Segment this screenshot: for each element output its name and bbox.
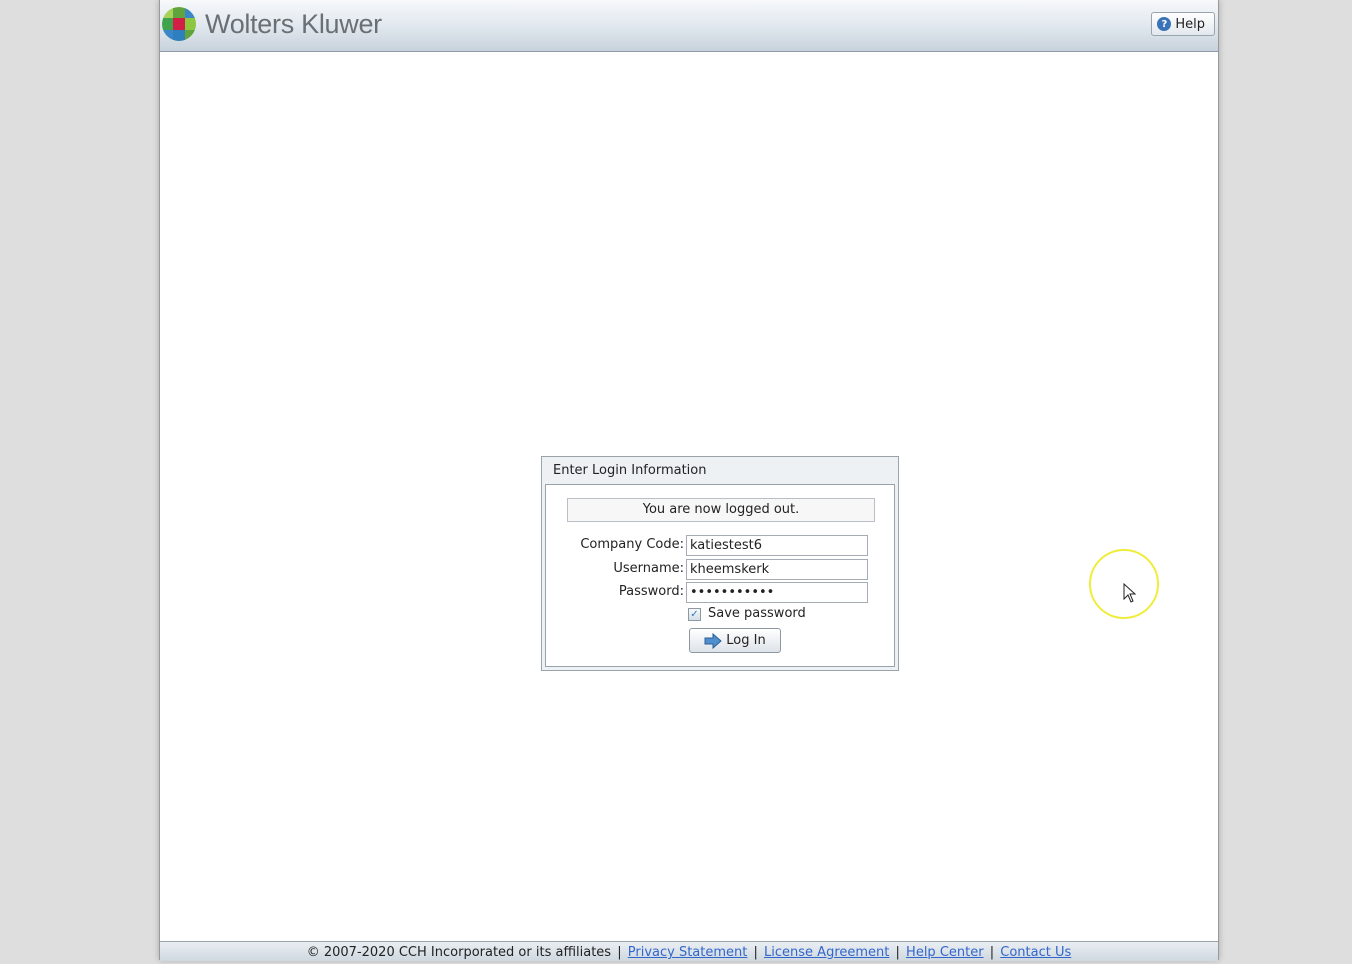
password-input[interactable] [686,582,868,603]
save-password-label: Save password [708,606,806,621]
login-button[interactable]: Log In [689,628,781,653]
save-password-row: ✓ Save password [546,605,896,627]
brand-name: Wolters Kluwer [205,8,382,39]
username-label: Username: [613,561,684,576]
status-message: You are now logged out. [567,498,875,522]
arrow-right-icon [704,632,723,649]
password-label: Password: [618,584,684,599]
company-code-input[interactable] [686,535,868,556]
save-password-checkbox[interactable]: ✓ [688,608,701,621]
question-icon: ? [1157,17,1172,31]
username-input[interactable] [686,559,868,580]
wolters-kluwer-logo: Wolters Kluwer [162,5,382,43]
help-center-link[interactable]: Help Center [906,945,984,960]
mouse-pointer-icon [1123,583,1137,603]
login-button-label: Log In [726,633,766,648]
logo-icon [162,7,196,41]
app-header: Wolters Kluwer ? Help [160,0,1218,52]
privacy-statement-link[interactable]: Privacy Statement [628,945,748,960]
copyright-text: © 2007-2020 CCH Incorporated or its affi… [306,945,612,960]
company-code-row: Company Code: [546,535,896,557]
license-agreement-link[interactable]: License Agreement [764,945,889,960]
login-dialog: Enter Login Information You are now logg… [541,456,899,671]
password-row: Password: [546,582,896,604]
contact-us-link[interactable]: Contact Us [1000,945,1071,960]
login-form: You are now logged out. Company Code: Us… [545,484,895,667]
footer: © 2007-2020 CCH Incorporated or its affi… [160,941,1218,961]
help-label: Help [1175,16,1205,32]
dialog-title: Enter Login Information [553,463,707,478]
company-code-label: Company Code: [580,537,684,552]
help-button[interactable]: ? Help [1151,12,1215,36]
username-row: Username: [546,559,896,581]
page-container: Wolters Kluwer ? Help Enter Login Inform… [159,0,1219,961]
